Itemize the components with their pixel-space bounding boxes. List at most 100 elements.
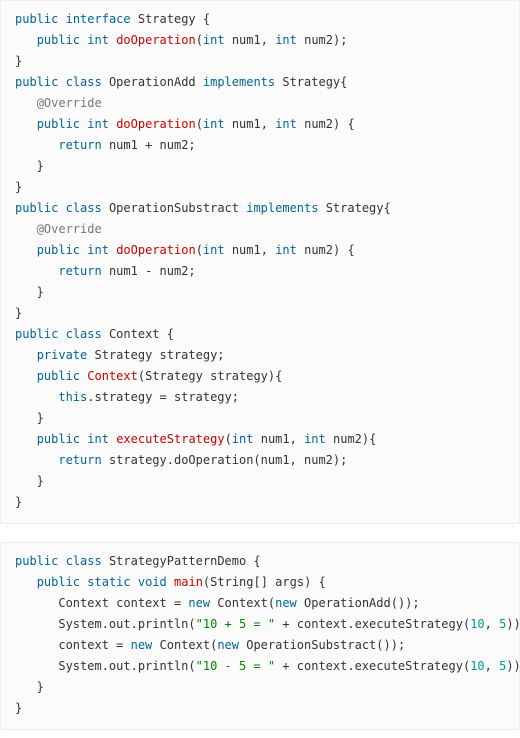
code-line: public int doOperation(int num1, int num… — [15, 33, 347, 47]
code-token: )); — [506, 659, 520, 673]
code-token: public — [15, 201, 58, 215]
code-token — [131, 575, 138, 589]
code-token — [15, 96, 37, 110]
code-token: new — [275, 596, 297, 610]
code-token: public — [37, 432, 80, 446]
code-token: main — [174, 575, 203, 589]
code-token: System.out.println( — [15, 617, 196, 631]
code-line: public Context(Strategy strategy){ — [15, 369, 282, 383]
code-token: "10 - 5 = " — [196, 659, 275, 673]
code-token: ( — [196, 243, 203, 257]
code-token: int — [203, 243, 225, 257]
code-token: num1 + num2; — [102, 138, 196, 152]
code-token — [15, 222, 37, 236]
code-token: Context( — [210, 596, 275, 610]
code-line: context = new Context(new OperationSubst… — [15, 638, 405, 652]
code-token: executeStrategy — [116, 432, 224, 446]
code-token: num1, — [225, 33, 276, 47]
code-line: public class OperationAdd implements Str… — [15, 75, 347, 89]
code-token: } — [15, 285, 44, 299]
code-token: Context { — [102, 327, 174, 341]
code-token: doOperation — [116, 33, 195, 47]
code-token: 10 — [470, 617, 484, 631]
code-token — [15, 33, 37, 47]
code-token — [15, 138, 58, 152]
code-token: System.out.println( — [15, 659, 196, 673]
code-token: class — [66, 327, 102, 341]
code-token: public — [37, 575, 80, 589]
code-token: + context.executeStrategy( — [275, 659, 470, 673]
code-line: public class StrategyPatternDemo { — [15, 554, 261, 568]
code-token: , — [485, 617, 499, 631]
code-token: (String[] args) { — [203, 575, 326, 589]
code-token — [15, 264, 58, 278]
code-token: num2) { — [297, 243, 355, 257]
code-token: int — [275, 33, 297, 47]
code-token — [58, 75, 65, 89]
code-token: OperationSubstract()); — [239, 638, 405, 652]
code-token: int — [275, 243, 297, 257]
code-token: num1, — [254, 432, 305, 446]
code-token: int — [232, 432, 254, 446]
code-token: int — [87, 243, 109, 257]
code-line: } — [15, 285, 44, 299]
code-line: } — [15, 680, 44, 694]
code-line: return num1 + num2; — [15, 138, 196, 152]
code-token: StrategyPatternDemo { — [102, 554, 261, 568]
code-token: OperationAdd()); — [297, 596, 420, 610]
code-line: return num1 - num2; — [15, 264, 196, 278]
block-gap — [0, 524, 520, 542]
code-token: class — [66, 554, 102, 568]
code-token: } — [15, 680, 44, 694]
code-token: ( — [196, 33, 203, 47]
code-token: public — [37, 243, 80, 257]
code-token: num1, — [225, 117, 276, 131]
code-line: public interface Strategy { — [15, 12, 210, 26]
code-token — [15, 432, 37, 446]
code-line: Context context = new Context(new Operat… — [15, 596, 420, 610]
code-token: } — [15, 495, 22, 509]
code-token: Strategy { — [131, 12, 210, 26]
code-token: interface — [66, 12, 131, 26]
code-token: @Override — [37, 222, 102, 236]
code-token: OperationAdd — [102, 75, 203, 89]
code-token: context = — [15, 638, 131, 652]
code-line: private Strategy strategy; — [15, 348, 225, 362]
code-token: private — [37, 348, 88, 362]
code-token: new — [131, 638, 153, 652]
code-token: OperationSubstract — [102, 201, 247, 215]
code-token — [15, 575, 37, 589]
code-token: implements — [203, 75, 275, 89]
code-line: public class Context { — [15, 327, 174, 341]
code-token: Context( — [152, 638, 217, 652]
code-token: num2); — [297, 33, 348, 47]
code-line: System.out.println("10 - 5 = " + context… — [15, 659, 520, 673]
code-token: void — [138, 575, 167, 589]
code-token — [58, 327, 65, 341]
code-token: .strategy = strategy; — [87, 390, 239, 404]
code-line: } — [15, 701, 22, 715]
code-token — [15, 348, 37, 362]
code-token: doOperation — [116, 117, 195, 131]
code-token: Strategy{ — [275, 75, 347, 89]
code-token — [15, 390, 58, 404]
code-line: public int doOperation(int num1, int num… — [15, 117, 355, 131]
code-line: System.out.println("10 + 5 = " + context… — [15, 617, 520, 631]
code-line: } — [15, 411, 44, 425]
code-token — [58, 201, 65, 215]
code-token: int — [87, 117, 109, 131]
code-block-2: public class StrategyPatternDemo { publi… — [0, 542, 520, 730]
code-token — [15, 453, 58, 467]
code-token: public — [15, 75, 58, 89]
code-token: Context — [87, 369, 138, 383]
code-token: public — [37, 117, 80, 131]
code-line: return strategy.doOperation(num1, num2); — [15, 453, 347, 467]
code-token: strategy.doOperation(num1, num2); — [102, 453, 348, 467]
code-token — [15, 369, 37, 383]
code-token: Strategy strategy; — [87, 348, 224, 362]
code-token: } — [15, 701, 22, 715]
code-token: num2){ — [326, 432, 377, 446]
code-line: this.strategy = strategy; — [15, 390, 239, 404]
code-token: num1, — [225, 243, 276, 257]
code-token: )); — [506, 617, 520, 631]
